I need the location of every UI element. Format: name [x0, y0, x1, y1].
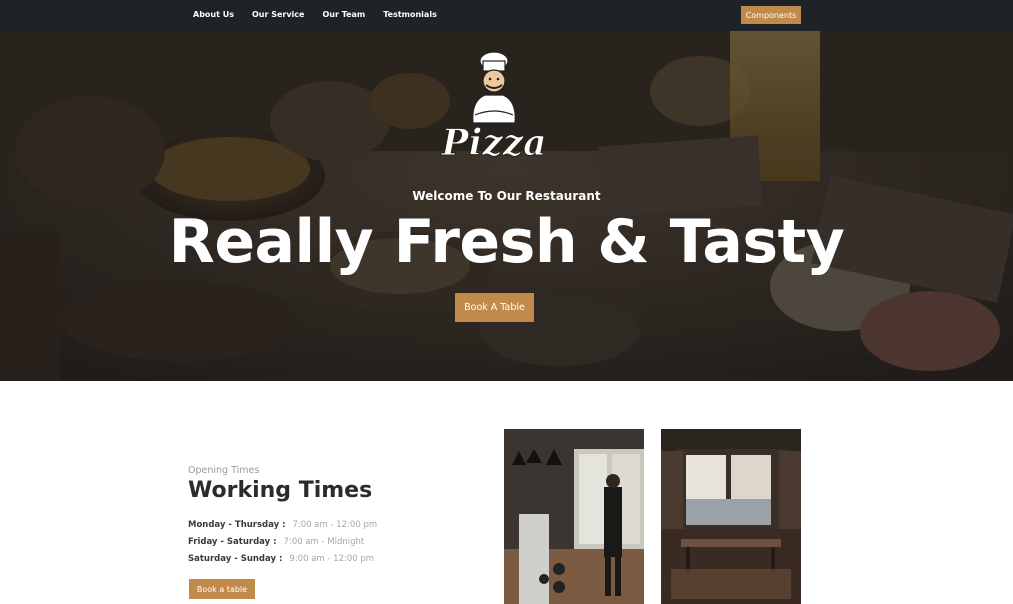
components-button[interactable]: Components [741, 6, 801, 24]
pizza-chef-logo[interactable]: Pizza [433, 49, 555, 171]
hours-day: Saturday - Sunday : [188, 553, 283, 564]
restaurant-interior-photo [504, 429, 644, 604]
hero-welcome-text: Welcome To Our Restaurant [412, 189, 601, 203]
hours-time: 7:00 am - 12:00 pm [292, 519, 378, 530]
hours-list: Monday - Thursday : 7:00 am - 12:00 pm F… [188, 516, 377, 567]
hero-headline: Really Fresh & Tasty [168, 207, 845, 277]
restaurant-dining-room-photo [661, 429, 801, 604]
hours-day: Monday - Thursday : [188, 519, 286, 530]
top-nav: About Us Our Service Our Team Testmonial… [0, 0, 1013, 31]
hours-day: Friday - Saturday : [188, 536, 277, 547]
nav-link-about-us[interactable]: About Us [193, 10, 234, 19]
opening-times-eyebrow: Opening Times [188, 465, 260, 476]
hours-row: Friday - Saturday : 7:00 am - Midnight [188, 533, 377, 550]
hero-section: Pizza Welcome To Our Restaurant Really F… [0, 31, 1013, 381]
logo-wordmark: Pizza [441, 122, 547, 164]
hours-time: 9:00 am - 12:00 pm [289, 553, 375, 564]
nav-link-our-service[interactable]: Our Service [252, 10, 304, 19]
book-a-table-button[interactable]: Book A Table [455, 293, 534, 322]
hours-row: Saturday - Sunday : 9:00 am - 12:00 pm [188, 550, 377, 567]
nav-link-our-team[interactable]: Our Team [322, 10, 365, 19]
book-a-table-small-button[interactable]: Book a table [189, 579, 255, 599]
hours-row: Monday - Thursday : 7:00 am - 12:00 pm [188, 516, 377, 533]
nav-links: About Us Our Service Our Team Testmonial… [193, 10, 455, 19]
working-times-title: Working Times [188, 478, 373, 503]
nav-link-testimonials[interactable]: Testmonials [383, 10, 437, 19]
hours-time: 7:00 am - Midnight [283, 536, 365, 547]
